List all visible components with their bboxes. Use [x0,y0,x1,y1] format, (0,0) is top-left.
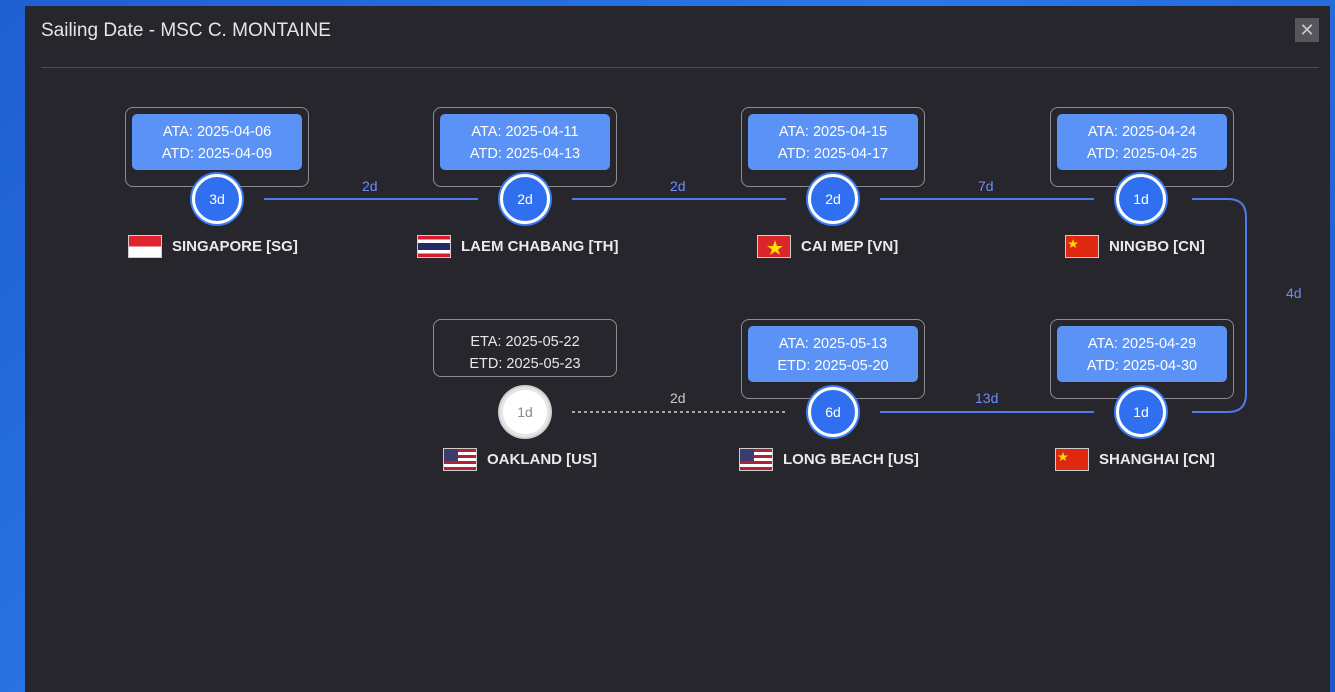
port-long-beach[interactable]: LONG BEACH [US] [739,446,919,472]
cn-flag-icon [1065,234,1099,258]
port-laem-chabang[interactable]: LAEM CHABANG [TH] [417,233,618,259]
leg-label-shanghai-longbeach: 13d [975,390,999,406]
arrival-time: ATA: 2025-04-15 [778,124,888,140]
arrival-time: ATA: 2025-04-06 [162,124,272,140]
departure-time: ATD: 2025-04-17 [777,146,889,162]
stay-node-singapore[interactable]: 3d [192,174,242,224]
port-oakland[interactable]: OAKLAND [US] [443,446,597,472]
us-flag-icon [739,447,773,471]
leg-label-th-vn: 2d [670,178,686,194]
stay-node-shanghai[interactable]: 1d [1116,387,1166,437]
departure-time: ATD: 2025-04-30 [1086,358,1198,374]
port-card-oakland: ETA: 2025-05-22 ETD: 2025-05-23 [433,319,617,377]
arrival-time: ATA: 2025-04-24 [1087,124,1197,140]
port-name: SINGAPORE [SG] [172,237,298,255]
port-singapore[interactable]: SINGAPORE [SG] [128,233,298,259]
port-name: SHANGHAI [CN] [1099,450,1215,468]
arrival-time: ATA: 2025-05-13 [778,336,888,352]
stay-node-cai-mep[interactable]: 2d [808,174,858,224]
departure-time: ETD: 2025-05-20 [777,358,889,374]
leg-label-sg-th: 2d [362,178,378,194]
departure-time: ATD: 2025-04-25 [1086,146,1198,162]
us-flag-icon [443,447,477,471]
sg-flag-icon [128,234,162,258]
leg-label-longbeach-oakland: 2d [670,390,686,406]
port-cai-mep[interactable]: CAI MEP [VN] [757,233,898,259]
vn-flag-icon [757,234,791,258]
stay-node-oakland[interactable]: 1d [500,387,550,437]
port-shanghai[interactable]: SHANGHAI [CN] [1055,446,1215,472]
departure-time: ATD: 2025-04-13 [469,146,581,162]
port-ningbo[interactable]: NINGBO [CN] [1065,233,1205,259]
leg-label-ningbo-shanghai: 4d [1286,285,1302,301]
port-name: OAKLAND [US] [487,450,597,468]
cn-flag-icon [1055,447,1089,471]
port-name: LONG BEACH [US] [783,450,919,468]
stay-node-long-beach[interactable]: 6d [808,387,858,437]
arrival-time: ETA: 2025-05-22 [470,334,580,350]
departure-time: ATD: 2025-04-09 [161,146,273,162]
leg-label-vn-cn: 7d [978,178,994,194]
port-name: LAEM CHABANG [TH] [461,237,619,255]
stay-node-ningbo[interactable]: 1d [1116,174,1166,224]
arrival-time: ATA: 2025-04-29 [1087,336,1197,352]
port-name: NINGBO [CN] [1109,237,1205,255]
th-flag-icon [417,234,451,258]
arrival-time: ATA: 2025-04-11 [471,124,579,140]
port-name: CAI MEP [VN] [801,237,899,255]
stay-node-laem-chabang[interactable]: 2d [500,174,550,224]
departure-time: ETD: 2025-05-23 [469,356,581,372]
